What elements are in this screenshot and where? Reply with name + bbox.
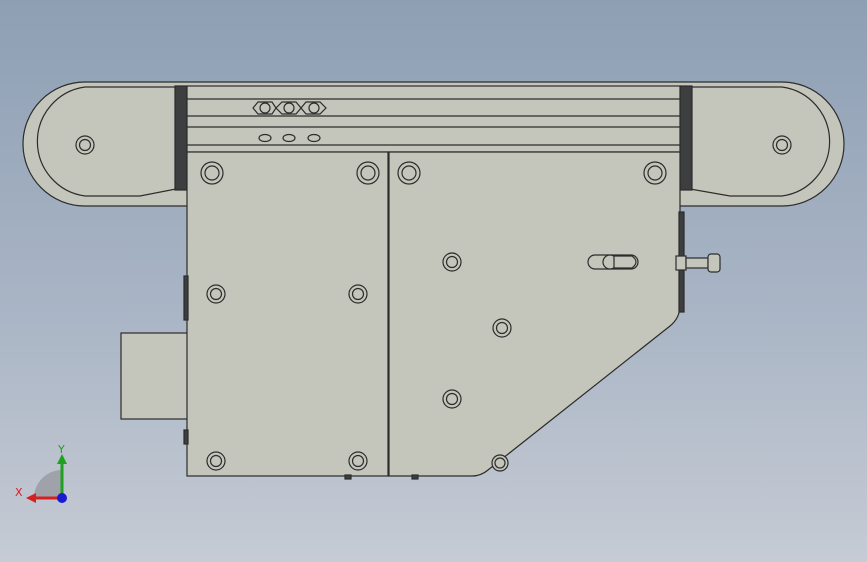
right-end-plate (689, 86, 831, 197)
x-axis-arrowhead (26, 493, 36, 503)
rail-slot-hole (307, 133, 321, 143)
x-axis-label: X (15, 486, 23, 499)
edge-lug (183, 275, 189, 321)
rail-screw (259, 102, 271, 114)
rail-slot-hole (258, 133, 272, 143)
y-axis-label: Y (57, 443, 65, 456)
motor-block (120, 332, 189, 420)
cad-viewport[interactable] (0, 0, 867, 562)
rail-screw (283, 102, 295, 114)
edge-lug (344, 474, 352, 480)
left-end-plate (36, 86, 177, 197)
edge-lug (411, 474, 419, 480)
right-side-plate (388, 151, 681, 477)
left-side-plate (186, 151, 389, 477)
z-axis-dot (57, 493, 67, 503)
coordinate-triad: Y X (15, 443, 67, 503)
triad-plane (34, 470, 62, 498)
rail-screw (308, 102, 320, 114)
left-frame-post (174, 85, 188, 191)
right-frame-post (679, 85, 693, 191)
rail-slot-hole (282, 133, 296, 143)
conveyor-assembly (22, 81, 845, 480)
edge-lug (183, 429, 189, 445)
profile-rail (186, 85, 681, 153)
